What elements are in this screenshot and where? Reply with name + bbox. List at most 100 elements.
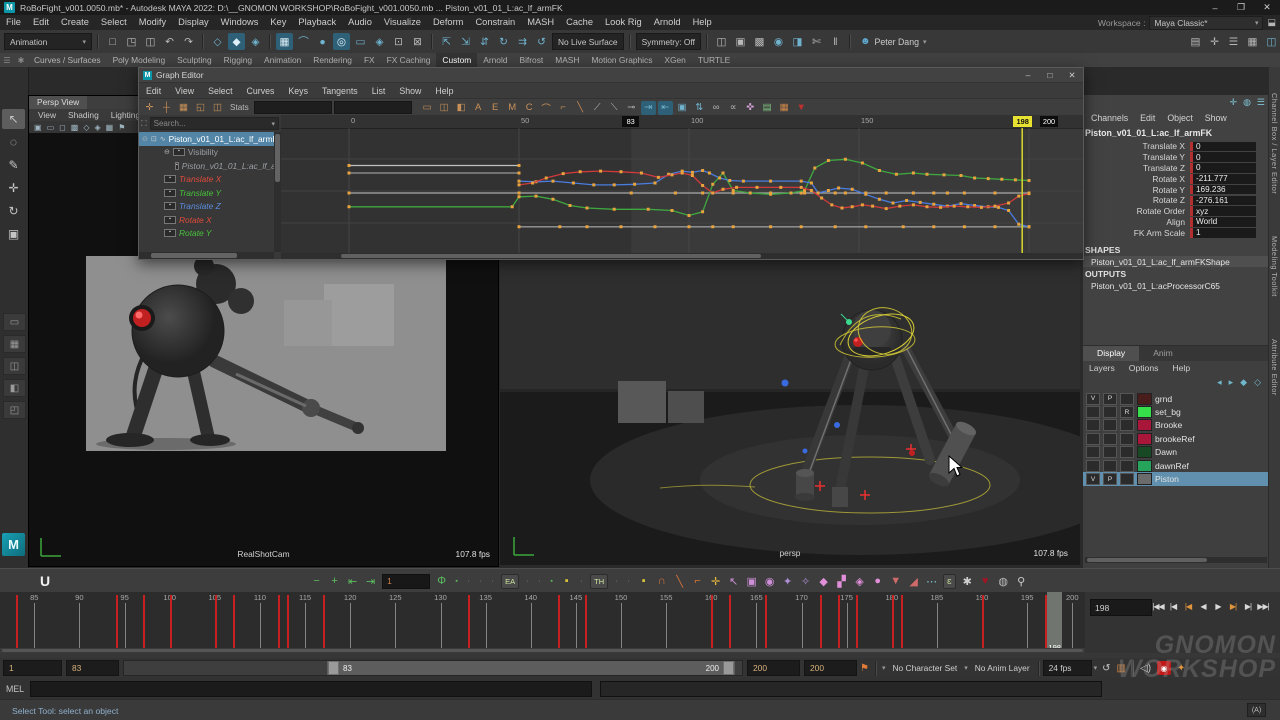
make-live-icon[interactable]: ◈	[371, 33, 388, 50]
humanik-toggle-icon[interactable]: ✛	[1206, 33, 1223, 50]
open-pose-editor-icon[interactable]: ✜	[743, 101, 758, 115]
channelbox-menu-edit[interactable]: Edit	[1136, 113, 1159, 123]
outliner-row[interactable]: ▪Rotate Y	[139, 227, 274, 241]
prev-edit-button[interactable]: ⇤	[346, 573, 359, 589]
outliner-row[interactable]: ⊖▪Visibility	[139, 146, 274, 160]
stacked-view-icon[interactable]: ◫	[437, 101, 452, 115]
modeling-toolkit-toggle-icon[interactable]: ▤	[1187, 33, 1204, 50]
graph-persp-layout[interactable]: ◰	[3, 401, 26, 419]
single-pane-layout[interactable]: ▭	[3, 313, 26, 331]
menu-playback[interactable]: Playback	[292, 15, 342, 30]
globe-icon[interactable]: ◍	[997, 573, 1010, 589]
character-gear-icon[interactable]: ✱	[961, 573, 974, 589]
graph-menu-view[interactable]: View	[168, 86, 201, 96]
isolate-select-icon[interactable]: ⚑	[118, 123, 125, 132]
channel-manip-icon[interactable]: ☰	[1257, 97, 1265, 108]
range-end-handle[interactable]	[723, 661, 734, 675]
range-slider-selected[interactable]: 83 200	[327, 661, 735, 675]
tangent-linear-icon[interactable]: ╲	[673, 573, 686, 589]
shelf-tab-animation[interactable]: Animation	[258, 53, 307, 67]
graph-menu-tangents[interactable]: Tangents	[315, 86, 365, 96]
swap-buffer-curve-icon[interactable]: ⇅	[692, 101, 707, 115]
gate-mask-icon[interactable]: ▩	[71, 123, 79, 132]
rebuild-icon[interactable]: ↺	[533, 33, 550, 50]
side-tab-channel-box-layer-editor[interactable]: Channel Box / Layer Editor	[1270, 93, 1279, 194]
set-key-icon[interactable]: ✛	[709, 573, 722, 589]
graph-editor-window[interactable]: M Graph Editor – □ ✕ EditViewSelectCurve…	[138, 67, 1084, 260]
channel-value-field[interactable]: 1	[1190, 228, 1256, 238]
snap-projected-center-icon[interactable]: ◎	[333, 33, 350, 50]
play-backwards-button[interactable]: ◀	[1196, 599, 1210, 614]
graph-horizontal-scrollbar[interactable]	[281, 253, 1083, 259]
value-snap-icon[interactable]: ⇤	[658, 101, 673, 115]
ramp-rig-icon[interactable]: ◢	[907, 573, 920, 589]
split-pane-layout[interactable]: ◫	[3, 357, 26, 375]
layer-color-swatch[interactable]	[1137, 393, 1152, 405]
graph-search-input[interactable]: Search... ▾	[150, 117, 279, 130]
layer-playback-toggle[interactable]	[1103, 406, 1117, 418]
shelf-tab-rigging[interactable]: Rigging	[218, 53, 258, 67]
outliner-persp-layout[interactable]: ◧	[3, 379, 26, 397]
channel-value-field[interactable]: World	[1190, 217, 1256, 227]
shelf-tab-curves-surfaces[interactable]: Curves / Surfaces	[28, 53, 107, 67]
live-surface-field[interactable]: No Live Surface	[552, 33, 624, 50]
layer-row[interactable]: VPPiston	[1083, 472, 1269, 485]
sphere-rig-icon[interactable]: ●	[871, 573, 884, 589]
channel-value-field[interactable]: 0	[1190, 163, 1256, 173]
clamped-tangent-icon[interactable]: M	[505, 101, 520, 115]
outliner-horizontal-scrollbar[interactable]	[139, 252, 274, 259]
layer-ref-toggle[interactable]	[1120, 460, 1134, 472]
flat-tangent-icon[interactable]: ⌒	[539, 101, 554, 115]
snap-curve-icon[interactable]: ⌒	[295, 33, 312, 50]
layer-visible-toggle[interactable]	[1086, 446, 1100, 458]
next-edit-button[interactable]: ⇥	[364, 573, 377, 589]
layer-playback-toggle[interactable]	[1103, 433, 1117, 445]
anim-dot-6[interactable]: ·	[536, 573, 543, 589]
minimize-button[interactable]: –	[1202, 0, 1228, 15]
fps-selector[interactable]: 24 fps	[1043, 660, 1092, 676]
save-scene-icon[interactable]: ◫	[142, 33, 159, 50]
unify-tangents-icon[interactable]: ⟍	[607, 101, 622, 115]
animation-curves[interactable]	[281, 128, 1083, 253]
select-object-icon[interactable]: ◆	[228, 33, 245, 50]
menu-arnold[interactable]: Arnold	[648, 15, 687, 30]
channel-value-field[interactable]: xyz	[1190, 206, 1256, 216]
step-forward-key-button[interactable]: ▶|	[1226, 599, 1240, 614]
menu-edit[interactable]: Edit	[27, 15, 55, 30]
layer-playback-toggle[interactable]	[1103, 460, 1117, 472]
four-pane-layout[interactable]: ▦	[3, 335, 26, 353]
expander-icon[interactable]: ⊙	[142, 135, 148, 143]
move-layer-down-icon[interactable]: ▸	[1229, 377, 1234, 388]
animation-end-field[interactable]: 200	[804, 660, 857, 676]
move-tool[interactable]: ✛	[2, 178, 25, 198]
layer-ref-toggle[interactable]	[1120, 419, 1134, 431]
layer-visible-toggle[interactable]: V	[1086, 393, 1100, 405]
select-rig-icon[interactable]: ↖	[727, 573, 740, 589]
panel-menu-shading[interactable]: Shading	[63, 109, 104, 121]
walk-tool-icon[interactable]: ✦	[781, 573, 794, 589]
anim-dot-3[interactable]: ·	[477, 573, 484, 589]
shelf-tab-turtle[interactable]: TURTLE	[692, 53, 736, 67]
speaker-icon[interactable]: ◁)	[1140, 663, 1151, 674]
clip-icon[interactable]: ▥	[1117, 663, 1126, 674]
break-tangents-icon[interactable]: ⟋	[590, 101, 605, 115]
menu-display[interactable]: Display	[172, 15, 214, 30]
graph-editor-title-bar[interactable]: M Graph Editor – □ ✕	[139, 68, 1083, 83]
more-tools-icon[interactable]: ⋯	[925, 573, 938, 589]
channel-row[interactable]: Translate X0	[1083, 141, 1269, 152]
snap-point-icon[interactable]: ●	[314, 33, 331, 50]
step-back-frame-button[interactable]: |◀	[1166, 599, 1180, 614]
graph-menu-show[interactable]: Show	[392, 86, 428, 96]
outliner-row[interactable]: ▪Translate X	[139, 173, 274, 187]
layer-row[interactable]: dawnRef	[1083, 459, 1269, 472]
mel-label[interactable]: MEL	[0, 684, 30, 694]
shelf-tab-mash[interactable]: MASH	[549, 53, 585, 67]
normalized-view-icon[interactable]: ◧	[454, 101, 469, 115]
play-forwards-button[interactable]: ▶	[1211, 599, 1225, 614]
channel-value-field[interactable]: 169.236	[1190, 185, 1256, 195]
layer-row[interactable]: brookeRef	[1083, 432, 1269, 445]
render-icon[interactable]: ◫	[713, 33, 730, 50]
channel-row[interactable]: Rotate X-211.777	[1083, 173, 1269, 184]
lock-icon[interactable]: ⊡	[390, 33, 407, 50]
undo-icon[interactable]: ↶	[161, 33, 178, 50]
